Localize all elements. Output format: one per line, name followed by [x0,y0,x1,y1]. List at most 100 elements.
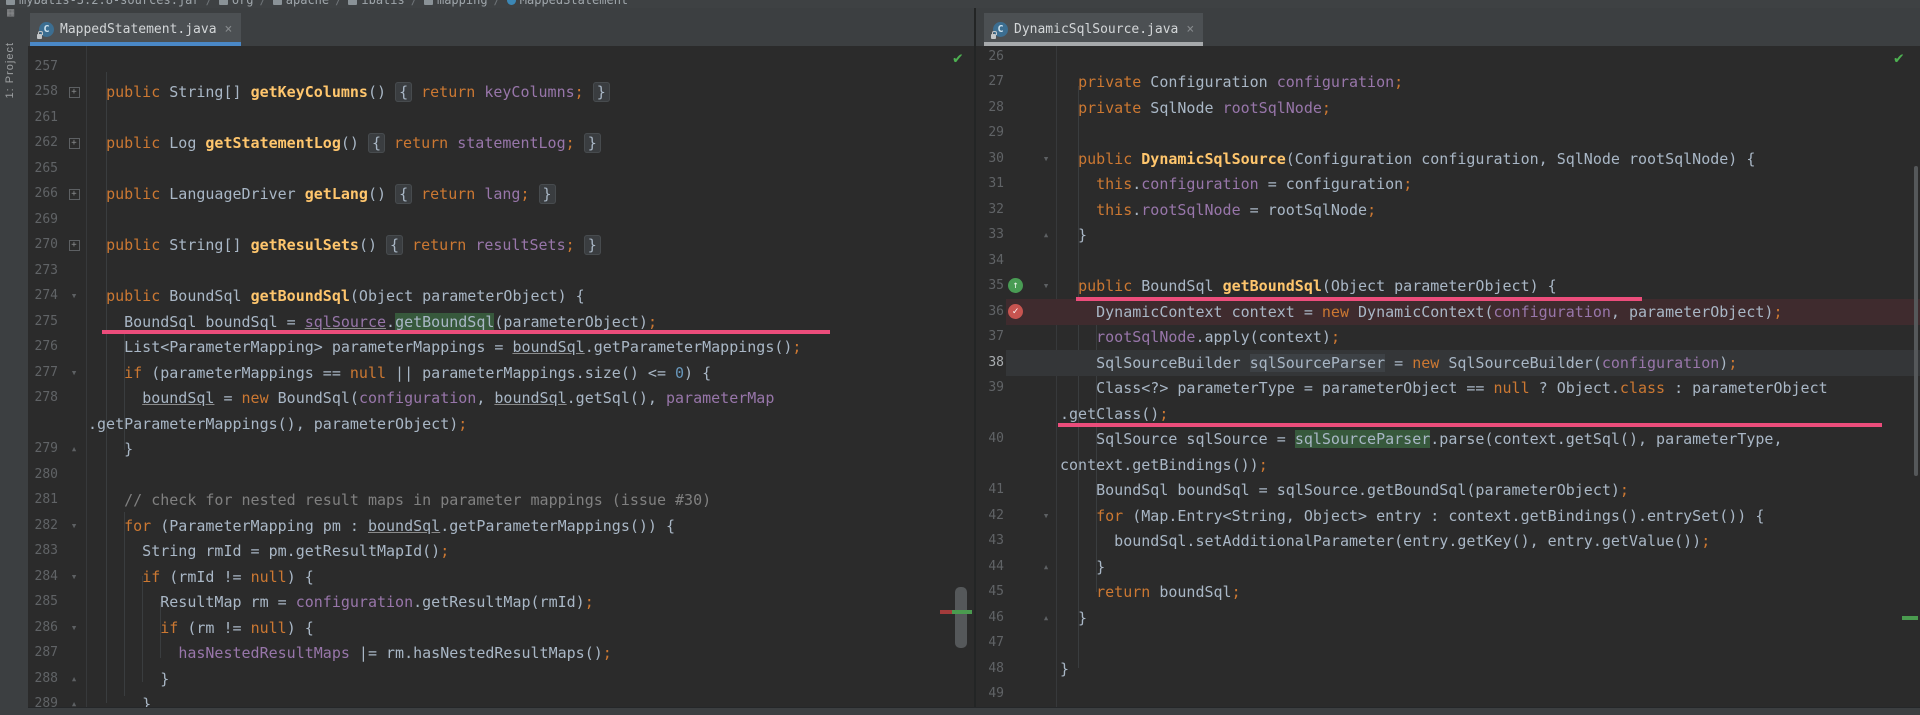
fold-icon[interactable]: + [66,79,82,105]
line-number[interactable]: 286 [28,615,58,641]
code-line[interactable]: rootSqlNode.apply(context); [1060,324,1340,350]
fold-icon[interactable]: + [66,232,82,258]
code-line[interactable]: public String[] getKeyColumns() { return… [88,79,610,105]
breadcrumb-item[interactable]: org [218,0,254,7]
line-number[interactable]: 287 [28,640,58,666]
line-number[interactable]: 275 [28,309,58,335]
line-number[interactable]: 37 [978,324,1004,350]
line-number[interactable]: 42 [978,503,1004,529]
line-number[interactable]: 44 [978,554,1004,580]
line-number[interactable]: 36 [978,299,1004,325]
line-number[interactable]: 277 [28,360,58,386]
code-line[interactable]: BoundSql boundSql = sqlSource.getBoundSq… [1060,477,1629,503]
line-number[interactable]: 276 [28,334,58,360]
line-number[interactable]: 279 [28,436,58,462]
code-line[interactable]: boundSql.setAdditionalParameter(entry.ge… [1060,528,1710,554]
code-line[interactable]: if (rm != null) { [88,615,314,641]
code-line[interactable]: private Configuration configuration; [1060,69,1403,95]
line-number[interactable]: 284 [28,564,58,590]
line-number[interactable]: 35 [978,273,1004,299]
code-line[interactable]: public Log getStatementLog() { return st… [88,130,601,156]
code-line[interactable]: if (parameterMappings == null || paramet… [88,360,711,386]
line-number[interactable]: 273 [28,258,58,284]
line-number[interactable]: 29 [978,120,1004,146]
line-number[interactable]: 46 [978,605,1004,631]
line-number[interactable]: 39 [978,375,1004,401]
line-number[interactable]: 269 [28,207,58,233]
line-number[interactable]: 40 [978,426,1004,452]
fold-icon[interactable]: ▴ [66,666,82,692]
code-line[interactable]: .getParameterMappings(), parameterObject… [88,411,467,437]
breadcrumb-item[interactable]: mybatis-3.2.8-sources.jar [6,0,200,7]
code-line[interactable]: Class<?> parameterType = parameterObject… [1060,375,1828,401]
fold-icon[interactable]: + [66,130,82,156]
code-line[interactable]: String rmId = pm.getResultMapId(); [88,538,449,564]
line-number[interactable]: 262 [28,130,58,156]
line-number[interactable]: 261 [28,105,58,131]
line-number[interactable]: 270 [28,232,58,258]
fold-icon[interactable]: ▾ [1038,273,1054,299]
breadcrumb-item[interactable]: ibatis [348,0,405,7]
code-line[interactable]: hasNestedResultMaps |= rm.hasNestedResul… [88,640,612,666]
code-line[interactable]: context.getBindings()); [1060,452,1268,478]
breadcrumb-item[interactable]: mapping [423,0,488,7]
line-number[interactable]: 266 [28,181,58,207]
code-line[interactable]: this.configuration = configuration; [1060,171,1412,197]
code-line[interactable]: } [1060,222,1087,248]
line-number[interactable]: 32 [978,197,1004,223]
inspections-ok-icon[interactable]: ✔ [953,48,963,67]
code-line[interactable]: public BoundSql getBoundSql(Object param… [1060,273,1557,299]
line-number[interactable]: 47 [978,630,1004,656]
code-line[interactable]: public BoundSql getBoundSql(Object param… [88,283,585,309]
breadcrumb-item[interactable]: MappedStatement [506,0,628,7]
close-icon[interactable]: × [1186,22,1194,37]
code-line[interactable]: } [1060,554,1105,580]
line-number[interactable]: 281 [28,487,58,513]
fold-icon[interactable]: ▾ [1038,503,1054,529]
line-number[interactable]: 257 [28,54,58,80]
inspections-ok-icon[interactable]: ✔ [1894,48,1904,67]
code-line[interactable]: this.rootSqlNode = rootSqlNode; [1060,197,1376,223]
fold-icon[interactable]: ▾ [66,513,82,539]
project-tool-button[interactable]: 1: Project [4,42,16,98]
code-line[interactable]: for (Map.Entry<String, Object> entry : c… [1060,503,1764,529]
fold-icon[interactable]: ▴ [1038,605,1054,631]
tab-dynamic-sql-source[interactable]: C DynamicSqlSource.java × [984,13,1204,46]
fold-icon[interactable]: ▾ [66,564,82,590]
line-number[interactable]: 28 [978,95,1004,121]
line-number[interactable]: 285 [28,589,58,615]
fold-icon[interactable]: + [66,181,82,207]
code-line[interactable]: } [88,666,169,692]
line-number[interactable]: 49 [978,681,1004,707]
code-line[interactable]: for (ParameterMapping pm : boundSql.getP… [88,513,675,539]
fold-icon[interactable]: ▴ [66,436,82,462]
code-line[interactable]: SqlSource sqlSource = sqlSourceParser.pa… [1060,426,1782,452]
fold-icon[interactable]: ▾ [66,283,82,309]
line-number[interactable]: 31 [978,171,1004,197]
code-line[interactable]: public LanguageDriver getLang() { return… [88,181,556,207]
code-line[interactable]: public String[] getResulSets() { return … [88,232,601,258]
line-number[interactable]: 43 [978,528,1004,554]
code-line[interactable]: DynamicContext context = new DynamicCont… [1060,299,1782,325]
close-icon[interactable]: × [225,22,233,37]
horizontal-scrollbar-track[interactable] [28,707,1920,715]
line-number[interactable]: 278 [28,385,58,411]
line-number[interactable]: 34 [978,248,1004,274]
line-number[interactable]: 48 [978,656,1004,682]
line-number[interactable]: 30 [978,146,1004,172]
code-line[interactable]: } [88,436,133,462]
implements-method-icon[interactable]: ↑ [1008,278,1023,294]
breakpoint-verified-icon[interactable]: ✓ [1008,303,1023,319]
line-number[interactable]: 274 [28,283,58,309]
code-line[interactable]: } [1060,656,1069,682]
line-number[interactable]: 27 [978,69,1004,95]
code-line[interactable]: boundSql = new BoundSql(configuration, b… [88,385,774,411]
fold-icon[interactable]: ▾ [1038,146,1054,172]
line-number[interactable]: 41 [978,477,1004,503]
line-number[interactable]: 280 [28,462,58,488]
line-number[interactable]: 258 [28,79,58,105]
fold-icon[interactable]: ▴ [1038,554,1054,580]
editor-right[interactable]: 26 27 private Configuration configuration… [976,46,1920,715]
breadcrumb-item[interactable]: apache [272,0,329,7]
fold-icon[interactable]: ▾ [66,615,82,641]
